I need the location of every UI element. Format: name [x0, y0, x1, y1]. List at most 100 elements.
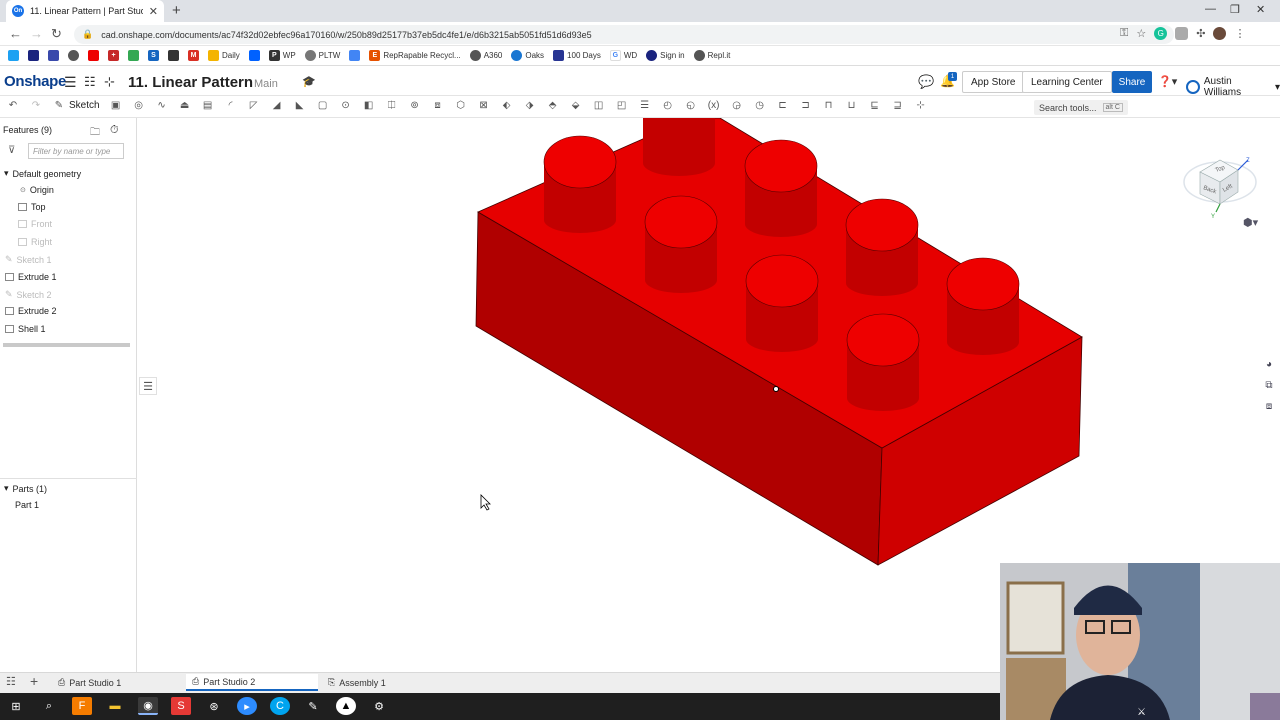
gmail-icon[interactable]: M — [188, 50, 199, 61]
sketch-button[interactable]: ✎ Sketch — [52, 98, 100, 112]
star-icon[interactable]: ☆ — [1136, 27, 1146, 40]
thicken-icon[interactable]: ▤ — [201, 98, 215, 112]
appearance-panel-icon[interactable]: ◕ — [1262, 357, 1276, 371]
part-1-item[interactable]: Part 1 — [15, 500, 39, 510]
app-store-button[interactable]: App Store — [962, 71, 1025, 93]
draft-icon[interactable]: ◢ — [270, 98, 284, 112]
onshape-logo[interactable]: Onshape — [4, 73, 66, 90]
loft-icon[interactable]: ⏏ — [178, 98, 192, 112]
minimize-icon[interactable]: — — [1205, 3, 1216, 15]
feature-shell-1[interactable]: Shell 1 — [5, 324, 46, 334]
insert-tab-icon[interactable]: + — [30, 673, 38, 689]
bookmark-oaks[interactable]: Oaks — [511, 50, 544, 61]
learning-center-button[interactable]: Learning Center — [1022, 71, 1112, 93]
flange-icon[interactable]: ◷ — [753, 98, 767, 112]
redo-icon[interactable]: ↷ — [29, 98, 43, 112]
back-icon[interactable]: ← — [9, 26, 22, 41]
file-explorer-icon[interactable]: ▬ — [105, 697, 125, 715]
bookmark-100-days[interactable]: 100 Days — [553, 50, 601, 61]
maximize-icon[interactable]: ❐ — [1230, 3, 1240, 16]
rib-icon[interactable]: ◣ — [293, 98, 307, 112]
feature-extrude-1[interactable]: Extrude 1 — [5, 272, 57, 282]
feature-origin[interactable]: ⊙ Origin — [20, 185, 54, 195]
sweep-icon[interactable]: ∿ — [155, 98, 169, 112]
comments-icon[interactable]: 💬 — [918, 74, 934, 90]
bookmark-reprapable[interactable]: E RepRapable Recycl... — [369, 50, 461, 61]
menu-dots-icon[interactable]: ⋮ — [1234, 27, 1245, 40]
bend-icon[interactable]: ⊐ — [799, 98, 813, 112]
frame-icon[interactable]: ⊹ — [914, 98, 928, 112]
tab-part-studio-2[interactable]: ⎙ Part Studio 2 — [186, 674, 318, 691]
corner-icon[interactable]: ⊔ — [845, 98, 859, 112]
hamburger-menu-icon[interactable]: ☰ — [64, 74, 77, 91]
transform-icon[interactable]: ⊚ — [408, 98, 422, 112]
bookmark-icon[interactable] — [168, 50, 179, 61]
profile-avatar[interactable] — [1213, 27, 1227, 40]
user-menu[interactable]: Austin Williams ▾ — [1186, 76, 1280, 98]
branch-label[interactable]: Main — [254, 78, 278, 90]
extension-icon[interactable] — [1175, 27, 1189, 40]
relief-icon[interactable]: ⊑ — [868, 98, 882, 112]
app-aperture-icon[interactable]: ⊛ — [204, 697, 224, 715]
undo-icon[interactable]: ↶ — [6, 98, 20, 112]
revolve-icon[interactable]: ◎ — [132, 98, 146, 112]
bookmark-sign-in[interactable]: Sign in — [646, 50, 685, 61]
pattern-icon[interactable]: ⧈ — [431, 98, 445, 112]
bookmark-icon[interactable] — [48, 50, 59, 61]
bookmark-a360[interactable]: A360 — [469, 50, 502, 61]
youtube-icon[interactable] — [88, 50, 99, 61]
helix-icon[interactable]: ◴ — [661, 98, 675, 112]
variable-icon[interactable]: ☰ — [638, 98, 652, 112]
replace-face-icon[interactable]: ⬘ — [546, 98, 560, 112]
bookmark-icon[interactable] — [28, 50, 39, 61]
bookmark-icon[interactable]: + — [108, 50, 119, 61]
extrude-icon[interactable]: ▣ — [109, 98, 123, 112]
delete-part-icon[interactable]: ⊠ — [477, 98, 491, 112]
tab-manager-icon[interactable]: ☷ — [6, 675, 16, 688]
mirror-icon[interactable]: ⬡ — [454, 98, 468, 112]
rollback-clock-icon[interactable]: ⏱ — [110, 124, 119, 137]
document-title[interactable]: 11. Linear Pattern — [128, 74, 253, 91]
browser-tab[interactable]: On 11. Linear Pattern | Part Studio 2 ✕ — [6, 0, 164, 22]
new-tab-icon[interactable]: + — [172, 2, 181, 19]
feature-filter-input[interactable]: Filter by name or type — [28, 143, 124, 159]
chrome-icon[interactable]: ◉ — [138, 697, 158, 715]
bookmark-replit[interactable]: Repl.it — [693, 50, 730, 61]
add-folder-icon[interactable]: 🗀 — [90, 125, 100, 142]
app-mountain-icon[interactable]: ▲ — [336, 697, 356, 715]
shell-icon[interactable]: ▢ — [316, 98, 330, 112]
app-f-icon[interactable]: F — [72, 697, 92, 715]
chamfer-icon[interactable]: ◸ — [247, 98, 261, 112]
address-bar[interactable]: 🔒 cad.onshape.com/documents/ac74f32d02eb… — [74, 25, 1174, 44]
window-close-icon[interactable]: ✕ — [1256, 3, 1265, 16]
default-geometry-group[interactable]: ▾ Default geometry — [4, 168, 81, 179]
filter-funnel-icon[interactable]: ⊽ — [8, 145, 15, 156]
key-icon[interactable]: ⚿ — [1120, 27, 1128, 40]
mate-panel-icon[interactable]: ⧈ — [1262, 399, 1276, 413]
history-icon[interactable]: ⊹ — [104, 74, 115, 90]
move-face-icon[interactable]: ⬗ — [523, 98, 537, 112]
windows-start-icon[interactable]: ⊞ — [6, 697, 26, 715]
search-icon[interactable]: ⌕ — [39, 697, 59, 715]
drive-icon[interactable] — [128, 50, 139, 61]
feature-front-plane[interactable]: Front — [18, 219, 52, 229]
puzzle-icon[interactable]: ✣ — [1196, 27, 1205, 40]
bookmark-pltw[interactable]: PLTW — [304, 50, 340, 61]
dropbox-icon[interactable] — [248, 50, 260, 61]
app-pen-icon[interactable]: ✎ — [303, 697, 323, 715]
modify-fillet-icon[interactable]: ⬖ — [500, 98, 514, 112]
docs-icon[interactable] — [349, 50, 361, 61]
twitter-icon[interactable] — [8, 50, 19, 61]
sheet-metal-icon[interactable]: ◶ — [730, 98, 744, 112]
feature-right-plane[interactable]: Right — [18, 237, 52, 247]
parts-group[interactable]: ▾ Parts (1) — [4, 483, 47, 494]
fillet-icon[interactable]: ◜ — [224, 98, 238, 112]
forward-icon[interactable]: → — [30, 26, 43, 41]
settings-gear-icon[interactable]: ⚙ — [369, 697, 389, 715]
search-tools-input[interactable]: Search tools... alt C — [1034, 100, 1128, 115]
variable-x-icon[interactable]: (x) — [707, 98, 721, 112]
bookmark-icon[interactable]: S — [148, 50, 159, 61]
fit-spline-icon[interactable]: ◵ — [684, 98, 698, 112]
zoom-icon[interactable]: ▸ — [237, 697, 257, 715]
feature-sketch-2[interactable]: ✎ Sketch 2 — [5, 289, 52, 300]
